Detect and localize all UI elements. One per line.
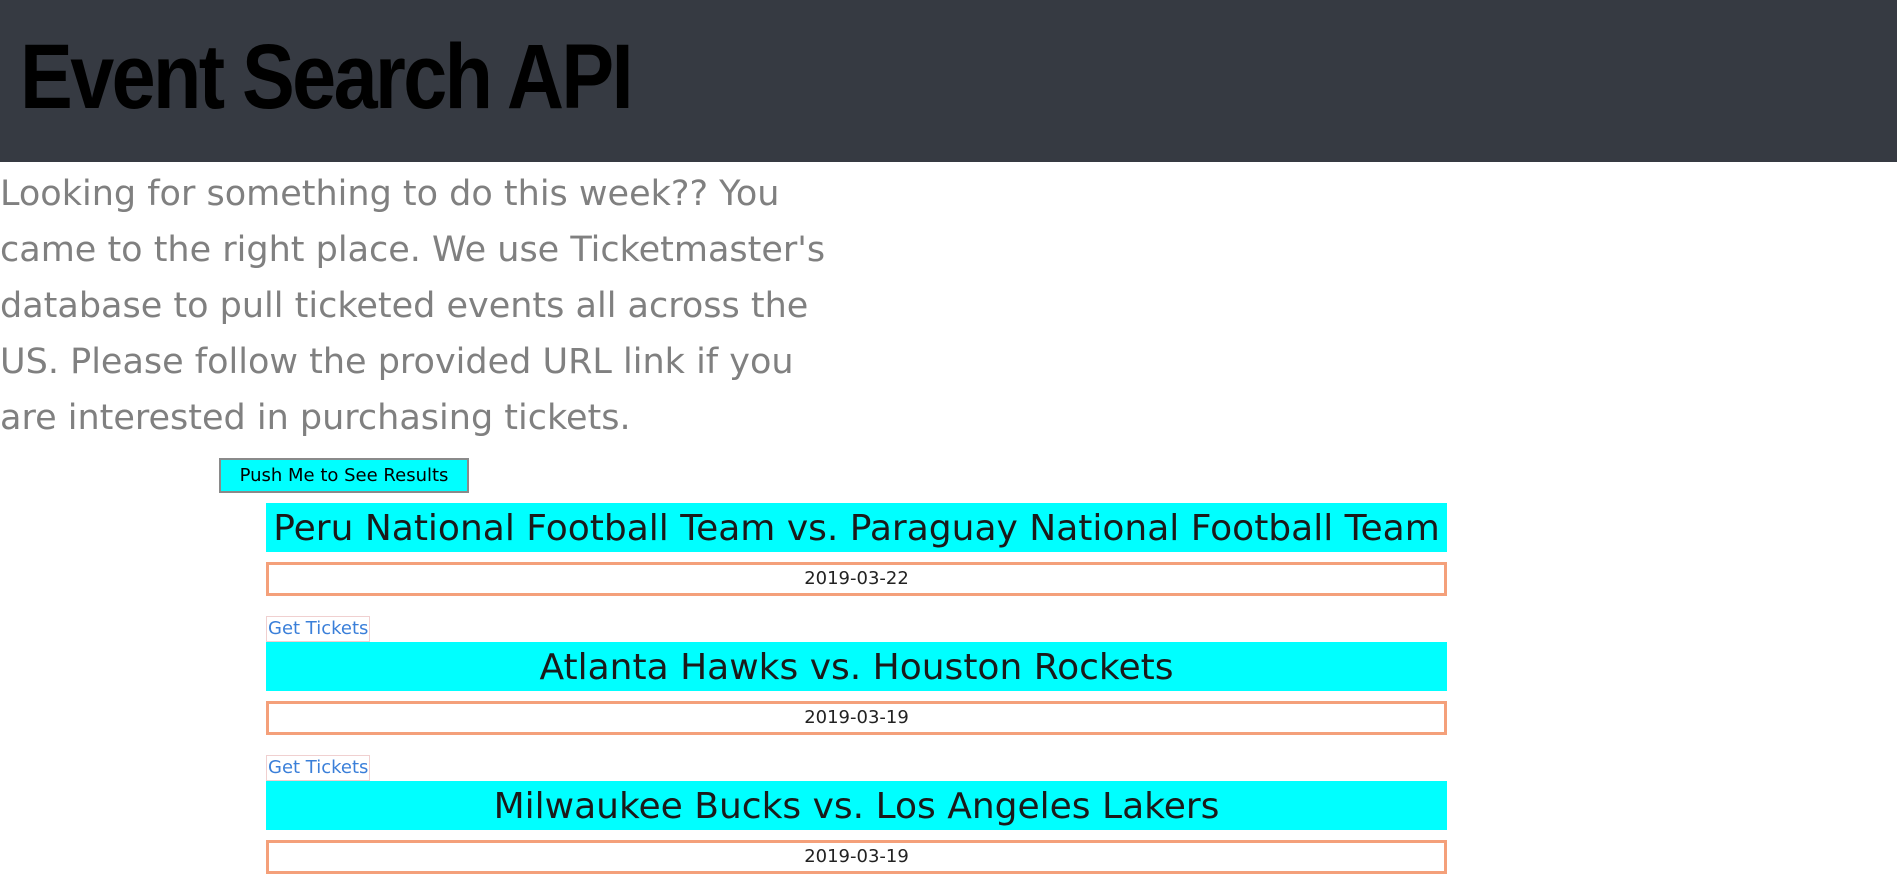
event-title: Milwaukee Bucks vs. Los Angeles Lakers (266, 781, 1447, 830)
event-list: Peru National Football Team vs. Paraguay… (266, 503, 1447, 874)
event-item: Atlanta Hawks vs. Houston Rockets 2019-0… (266, 642, 1447, 781)
event-title: Peru National Football Team vs. Paraguay… (266, 503, 1447, 552)
intro-paragraph: Looking for something to do this week?? … (0, 174, 826, 438)
see-results-button[interactable]: Push Me to See Results (219, 458, 469, 493)
event-title: Atlanta Hawks vs. Houston Rockets (266, 642, 1447, 691)
event-date: 2019-03-19 (266, 701, 1447, 735)
event-item: Milwaukee Bucks vs. Los Angeles Lakers 2… (266, 781, 1447, 874)
page-title: Event Search API (20, 26, 634, 128)
get-tickets-link[interactable]: Get Tickets (266, 755, 371, 781)
event-item: Peru National Football Team vs. Paraguay… (266, 503, 1447, 642)
event-date: 2019-03-22 (266, 562, 1447, 596)
get-tickets-link[interactable]: Get Tickets (266, 616, 371, 642)
page-header: Event Search API (0, 0, 1897, 162)
event-date: 2019-03-19 (266, 840, 1447, 874)
